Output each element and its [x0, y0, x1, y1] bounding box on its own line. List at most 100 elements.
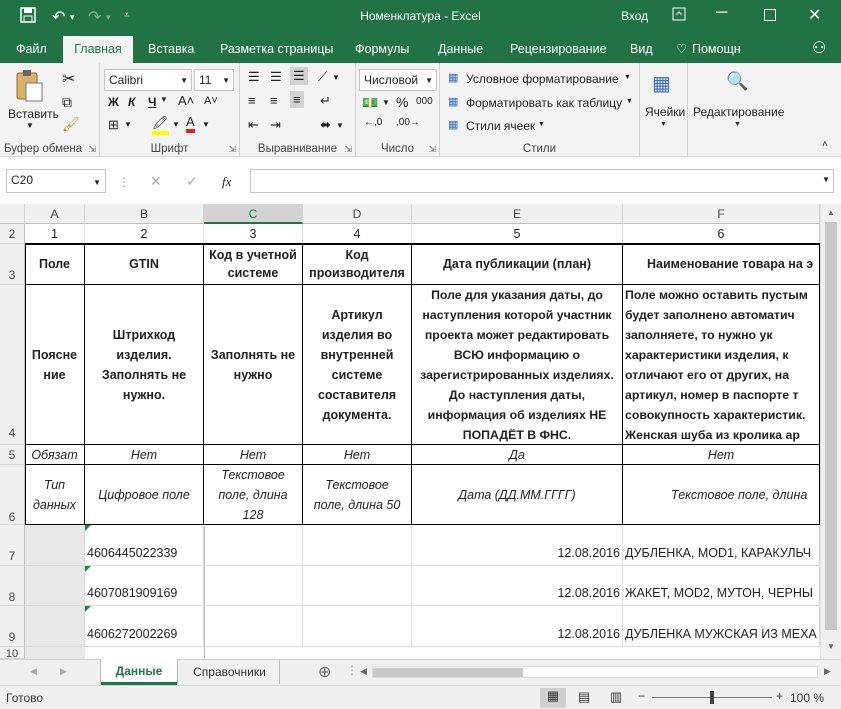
align-left-icon[interactable]: ≡ — [248, 93, 256, 108]
clipboard-launcher-icon[interactable]: ⇲ — [88, 144, 96, 155]
cell-a4[interactable]: Поясне ние — [25, 285, 85, 445]
cell-a5[interactable]: Обязат — [25, 445, 85, 465]
editing-group[interactable]: 🔍 Редактирование ▼ — [688, 63, 786, 157]
column-header-f[interactable]: F — [623, 204, 820, 224]
row-header-6[interactable]: 6 — [0, 465, 25, 525]
scroll-left-icon[interactable]: ◀ — [360, 666, 367, 677]
cell-a10[interactable] — [25, 647, 85, 659]
tab-split-icon[interactable]: ⋮ — [346, 663, 358, 677]
align-right-icon[interactable]: ≡ — [290, 91, 304, 108]
cut-icon[interactable]: ✂ — [62, 69, 75, 89]
cell-d9[interactable] — [303, 606, 412, 647]
tab-insert[interactable]: Вставка — [140, 33, 202, 63]
underline-button[interactable]: Ч — [148, 95, 156, 109]
collapse-ribbon-icon[interactable]: ˄ — [822, 139, 828, 150]
fill-color-icon[interactable]: 🖍 — [152, 115, 169, 135]
italic-button[interactable]: К — [128, 95, 135, 109]
align-bottom-icon[interactable]: ☰ — [290, 67, 308, 85]
share-icon[interactable]: ⚇ — [804, 33, 834, 63]
font-color-icon[interactable]: A — [186, 115, 195, 133]
expand-formula-icon[interactable]: ▼ — [822, 175, 830, 184]
orientation-dropdown-icon[interactable]: ▼ — [332, 73, 340, 82]
column-header-c[interactable]: C — [204, 204, 303, 224]
number-launcher-icon[interactable]: ⇲ — [428, 144, 436, 155]
row-header-5[interactable]: 5 — [0, 445, 25, 465]
cell-d7[interactable] — [303, 525, 412, 566]
cell-e7[interactable]: 12.08.2016 — [412, 525, 623, 566]
cell-f5[interactable]: Нет — [623, 445, 820, 465]
cell-d3[interactable]: Код производителя — [303, 244, 412, 285]
cell-styles-button[interactable]: Стили ячеек — [466, 119, 535, 133]
tab-formulas[interactable]: Формулы — [347, 33, 417, 63]
cells-group[interactable]: ▦ Ячейки ▼ — [640, 63, 688, 157]
font-size-select[interactable]: 11 ▼ — [194, 69, 234, 91]
cell-d5[interactable]: Нет — [303, 445, 412, 465]
next-sheet-icon[interactable]: ▶ — [60, 666, 67, 677]
resize-handle-icon[interactable]: ⋮ — [118, 175, 130, 189]
tab-home[interactable]: Главная — [63, 36, 133, 63]
cell-b4[interactable]: Штрихкод изделия. Заполнять не нужно. — [85, 285, 204, 445]
maximize-icon[interactable] — [764, 8, 776, 26]
increase-decimal-icon[interactable]: ←,0 — [364, 117, 382, 128]
fill-color-dropdown-icon[interactable]: ▼ — [172, 120, 180, 129]
row-header-8[interactable]: 8 — [0, 566, 25, 606]
minimize-icon[interactable]: ─ — [716, 4, 727, 22]
prev-sheet-icon[interactable]: ◀ — [30, 666, 37, 677]
horizontal-scrollbar[interactable] — [372, 666, 818, 678]
cell-a6[interactable]: Тип данных — [25, 465, 85, 525]
cell-c9[interactable] — [204, 606, 303, 647]
alignment-launcher-icon[interactable]: ⇲ — [344, 144, 352, 155]
copy-icon[interactable]: ⧉ — [62, 94, 72, 111]
tab-data[interactable]: Данные — [430, 33, 491, 63]
cell-a8[interactable] — [25, 566, 85, 606]
zoom-slider-thumb[interactable] — [710, 691, 714, 704]
cell-c6[interactable]: Текстовое поле, длина 128 — [204, 465, 303, 525]
zoom-level[interactable]: 100 % — [790, 691, 824, 705]
cell-f6[interactable]: Текстовое поле, длина — [623, 465, 820, 525]
cell-c4[interactable]: Заполнять не нужно — [204, 285, 303, 445]
insert-function-icon[interactable]: fx — [222, 174, 231, 190]
font-color-dropdown-icon[interactable]: ▼ — [202, 120, 210, 129]
cell-c7[interactable] — [204, 525, 303, 566]
tab-tell-me[interactable]: Помощн — [684, 33, 749, 63]
cell-b9[interactable]: 4606272002269 — [85, 606, 204, 647]
vertical-scrollbar[interactable]: ▲ ▼ — [820, 204, 841, 659]
cell-a7[interactable] — [25, 525, 85, 566]
cell-e9[interactable]: 12.08.2016 — [412, 606, 623, 647]
underline-dropdown-icon[interactable]: ▼ — [160, 95, 168, 104]
cell-f7[interactable]: ДУБЛЕНКА, MOD1, КАРАКУЛЬЧ — [623, 525, 820, 566]
cell-f3[interactable]: Наименование товара на э — [623, 244, 820, 285]
cell-e6[interactable]: Дата (ДД.ММ.ГГГГ) — [412, 465, 623, 525]
row-header-2[interactable]: 2 — [0, 224, 25, 244]
tab-page-layout[interactable]: Разметка страницы — [212, 33, 341, 63]
decrease-decimal-icon[interactable]: ,00→ — [396, 117, 420, 128]
align-top-icon[interactable]: ☰ — [248, 69, 260, 85]
increase-font-icon[interactable]: A˄ — [178, 93, 194, 108]
cell-e8[interactable]: 12.08.2016 — [412, 566, 623, 606]
formula-input[interactable] — [250, 169, 834, 193]
normal-view-icon[interactable]: ▦ — [540, 688, 566, 708]
cell-f9[interactable]: ДУБЛЕНКА МУЖСКАЯ ИЗ МЕХА — [623, 606, 820, 647]
currency-dropdown-icon[interactable]: ▼ — [382, 98, 390, 107]
name-box[interactable]: C20 ▼ — [6, 169, 106, 193]
row-header-3[interactable]: 3 — [0, 244, 25, 285]
cell-f2[interactable]: 6 — [623, 224, 820, 244]
select-all-corner[interactable] — [0, 204, 25, 224]
bold-button[interactable]: Ж — [108, 95, 119, 109]
decrease-font-icon[interactable]: A˅ — [204, 95, 218, 107]
scroll-up-icon[interactable]: ▲ — [827, 208, 835, 217]
row-header-9[interactable]: 9 — [0, 606, 25, 647]
scroll-thumb[interactable] — [825, 222, 837, 630]
column-header-a[interactable]: A — [25, 204, 85, 224]
paste-dropdown-icon[interactable]: ▼ — [26, 121, 34, 130]
scroll-right-icon[interactable]: ▶ — [824, 666, 831, 677]
cells-button[interactable]: Ячейки — [645, 105, 685, 119]
cell-d6[interactable]: Текстовое поле, длина 50 — [303, 465, 412, 525]
cell-c8[interactable] — [204, 566, 303, 606]
decrease-indent-icon[interactable]: ⇤ — [248, 117, 259, 133]
page-break-view-icon[interactable]: ▥ — [610, 689, 622, 705]
cell-a3[interactable]: Поле — [25, 244, 85, 285]
paste-icon[interactable] — [14, 69, 44, 106]
scroll-down-icon[interactable]: ▼ — [827, 642, 835, 651]
column-header-b[interactable]: B — [85, 204, 204, 224]
